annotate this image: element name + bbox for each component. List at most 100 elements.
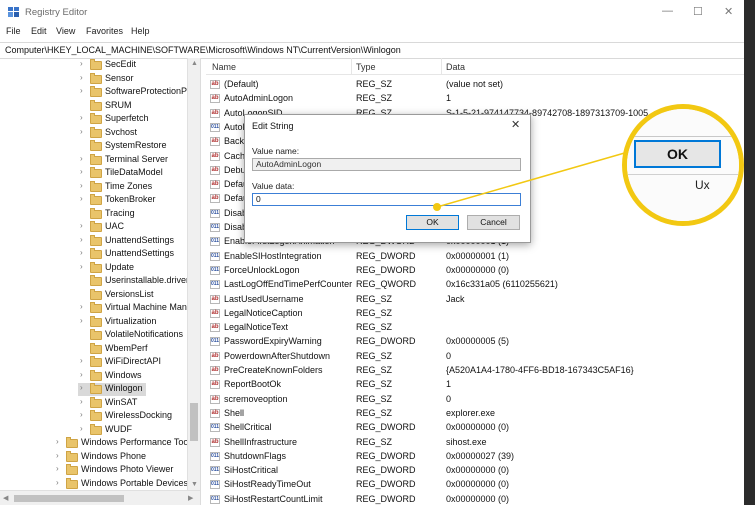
chevron-right-icon[interactable]: › <box>80 262 83 271</box>
chevron-right-icon[interactable]: › <box>56 464 59 473</box>
value-row[interactable]: 011 EnableSIHostIntegration REG_DWORD 0x000… <box>206 250 744 264</box>
column-header-data[interactable]: Data <box>446 62 465 72</box>
chevron-right-icon[interactable]: › <box>56 437 59 446</box>
value-row[interactable]: ab LastUsedUsername REG_SZ Jack <box>206 293 744 307</box>
tree-item[interactable]: › TokenBroker <box>78 194 198 207</box>
value-row[interactable]: 011 ShellCritical REG_DWORD 0x00000000 (0) <box>206 421 744 435</box>
chevron-right-icon[interactable]: › <box>80 248 83 257</box>
tree-item[interactable]: VolatileNotifications <box>78 329 198 342</box>
chevron-right-icon[interactable]: › <box>80 194 83 203</box>
value-row[interactable]: ab ReportBootOk REG_SZ 1 <box>206 378 744 392</box>
tree-item[interactable]: SRUM <box>78 99 198 113</box>
tree-item[interactable]: › WinSAT <box>78 396 198 410</box>
tree-item[interactable]: › UnattendSettings <box>78 248 198 261</box>
scroll-left-icon[interactable]: ◀ <box>3 494 8 502</box>
tree-item[interactable]: › Windows Performance Too <box>54 437 188 450</box>
value-row[interactable]: 011 SiHostRestartCountLimit REG_DWORD 0x000… <box>206 493 744 505</box>
chevron-right-icon[interactable]: › <box>80 235 83 244</box>
value-row[interactable]: ab LegalNoticeCaption REG_SZ <box>206 307 744 321</box>
tree-item[interactable]: › SecEdit <box>78 59 198 72</box>
menu-favorites[interactable]: Favorites <box>86 26 123 36</box>
value-row[interactable]: ab (Default) REG_SZ (value not set) <box>206 78 744 92</box>
chevron-right-icon[interactable]: › <box>56 451 59 460</box>
chevron-right-icon[interactable]: › <box>80 370 83 379</box>
tree-item[interactable]: › Virtualization <box>78 315 198 329</box>
tree-item[interactable]: Tracing <box>78 207 198 221</box>
value-row[interactable]: 011 SiHostCritical REG_DWORD 0x00000000 (0) <box>206 464 744 478</box>
chevron-right-icon[interactable]: › <box>80 181 83 190</box>
menu-view[interactable]: View <box>56 26 75 36</box>
value-row[interactable]: 011 ShutdownFlags REG_DWORD 0x00000027 (39) <box>206 450 744 464</box>
chevron-right-icon[interactable]: › <box>80 356 83 365</box>
tree-item[interactable]: › WUDF <box>78 423 198 437</box>
chevron-right-icon[interactable]: › <box>56 478 59 487</box>
tree-item[interactable]: › SoftwareProtectionPl <box>78 86 198 99</box>
chevron-right-icon[interactable]: › <box>80 316 83 325</box>
tree-item[interactable]: › WirelessDocking <box>78 410 198 423</box>
tree-item[interactable]: › Svchost <box>78 126 198 140</box>
tree-item[interactable]: › Windows Phone <box>54 450 174 464</box>
chevron-right-icon[interactable]: › <box>80 73 83 82</box>
tree-item[interactable]: › Update <box>78 261 198 275</box>
value-row[interactable]: 011 PasswordExpiryWarning REG_DWORD 0x00000… <box>206 335 744 349</box>
chevron-right-icon[interactable]: › <box>80 113 83 122</box>
scroll-right-icon[interactable]: ▶ <box>188 494 193 502</box>
ok-button[interactable]: OK <box>406 215 459 230</box>
tree-item[interactable]: › Terminal Server <box>78 153 198 167</box>
close-button[interactable]: ✕ <box>724 5 733 18</box>
tree-item[interactable]: › WiFiDirectAPI <box>78 356 198 369</box>
zoomed-ok-button[interactable]: OK <box>634 140 721 168</box>
tree-vertical-scrollbar[interactable]: ▲ ▼ <box>187 58 200 490</box>
tree-hscroll-thumb[interactable] <box>14 495 124 502</box>
value-row[interactable]: ab PreCreateKnownFolders REG_SZ {A520A1A4-1… <box>206 364 744 378</box>
chevron-right-icon[interactable]: › <box>80 86 83 95</box>
menu-help[interactable]: Help <box>131 26 150 36</box>
value-row[interactable]: ab AutoAdminLogon REG_SZ 1 <box>206 92 744 106</box>
tree-item[interactable]: › Windows <box>78 369 198 383</box>
column-header-name[interactable]: Name <box>212 62 236 72</box>
tree-item[interactable]: › UAC <box>78 221 198 234</box>
tree-item[interactable]: › Virtual Machine Man <box>78 302 198 315</box>
chevron-right-icon[interactable]: › <box>80 154 83 163</box>
tree-item[interactable]: › Superfetch <box>78 113 198 126</box>
menu-file[interactable]: File <box>6 26 21 36</box>
scroll-down-icon[interactable]: ▼ <box>191 481 198 488</box>
value-row[interactable]: ab scremoveoption REG_SZ 0 <box>206 393 744 407</box>
column-separator[interactable] <box>441 58 442 74</box>
tree-item[interactable]: › Winlogon <box>78 383 146 396</box>
scroll-up-icon[interactable]: ▲ <box>191 60 198 67</box>
value-row[interactable]: 011 ForceUnlockLogon REG_DWORD 0x00000000 (… <box>206 264 744 278</box>
chevron-right-icon[interactable]: › <box>80 383 83 392</box>
tree-horizontal-scrollbar[interactable]: ◀ ▶ <box>0 490 200 505</box>
tree-item[interactable]: › Windows Photo Viewer <box>54 464 174 477</box>
tree-item[interactable]: VersionsList <box>78 288 198 302</box>
tree-item[interactable]: SystemRestore <box>78 140 198 153</box>
dialog-close-icon[interactable]: ✕ <box>511 118 520 131</box>
column-header-type[interactable]: Type <box>356 62 376 72</box>
value-row[interactable]: 011 SiHostReadyTimeOut REG_DWORD 0x00000000… <box>206 478 744 492</box>
chevron-right-icon[interactable]: › <box>80 397 83 406</box>
tree-item[interactable]: › Sensor <box>78 72 198 86</box>
menu-edit[interactable]: Edit <box>31 26 47 36</box>
cancel-button[interactable]: Cancel <box>467 215 520 230</box>
tree-item[interactable]: WbemPerf <box>78 342 198 356</box>
minimize-button[interactable]: — <box>662 5 673 17</box>
address-bar[interactable]: Computer\HKEY_LOCAL_MACHINE\SOFTWARE\Mic… <box>0 42 744 59</box>
tree-item[interactable]: › UnattendSettings <box>78 234 198 248</box>
chevron-right-icon[interactable]: › <box>80 167 83 176</box>
value-row[interactable]: 011 LastLogOffEndTimePerfCounter REG_QWORD… <box>206 278 744 292</box>
value-row[interactable]: ab ShellInfrastructure REG_SZ sihost.exe <box>206 436 744 450</box>
tree-scroll-thumb[interactable] <box>190 403 198 441</box>
chevron-right-icon[interactable]: › <box>80 127 83 136</box>
value-row[interactable]: ab Shell REG_SZ explorer.exe <box>206 407 744 421</box>
value-data-input[interactable]: 0 <box>252 193 521 206</box>
value-row[interactable]: ab LegalNoticeText REG_SZ <box>206 321 744 335</box>
tree-item[interactable]: › Time Zones <box>78 180 198 194</box>
chevron-right-icon[interactable]: › <box>80 221 83 230</box>
tree-item[interactable]: › TileDataModel <box>78 167 198 180</box>
chevron-right-icon[interactable]: › <box>80 424 83 433</box>
tree-item[interactable]: Userinstallable.driven <box>78 275 198 288</box>
value-row[interactable]: ab PowerdownAfterShutdown REG_SZ 0 <box>206 350 744 364</box>
tree-item[interactable]: › Windows Portable Devices <box>54 477 188 491</box>
chevron-right-icon[interactable]: › <box>80 302 83 311</box>
